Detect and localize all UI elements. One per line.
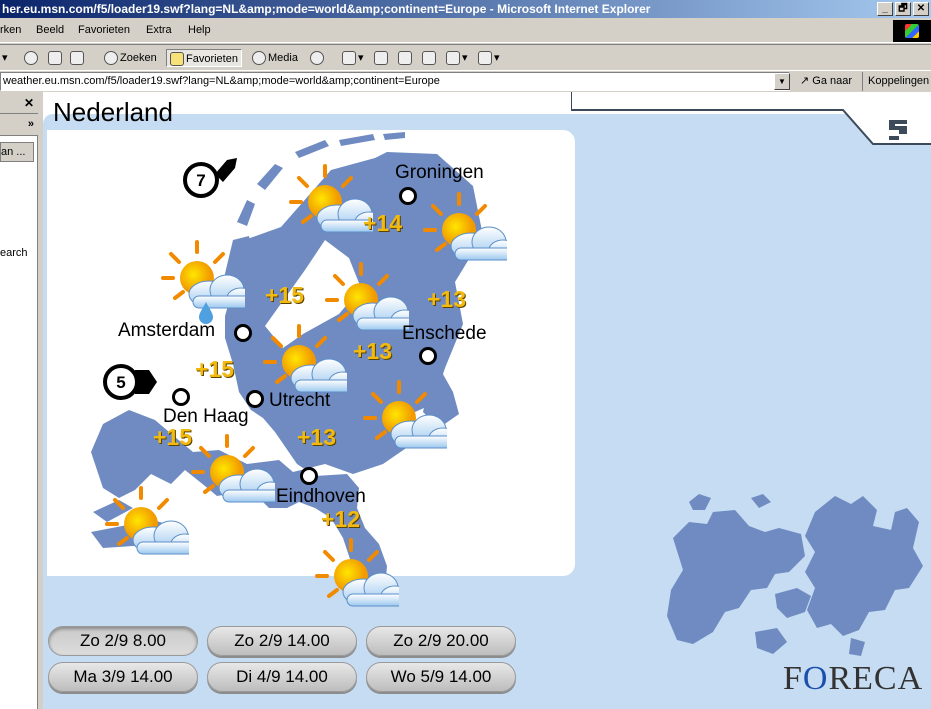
foreca-logo[interactable]: FORECA: [783, 660, 923, 698]
print-icon[interactable]: [374, 49, 390, 67]
history-icon[interactable]: [310, 49, 326, 67]
partly-cloudy-icon: [161, 240, 245, 310]
close-button[interactable]: ✕: [913, 2, 929, 16]
links-button[interactable]: Koppelingen: [862, 72, 929, 91]
partly-cloudy-icon: [325, 262, 409, 332]
chevron-icon[interactable]: »: [28, 118, 34, 130]
refresh-icon[interactable]: [48, 49, 64, 67]
window-controls: _ 🗗 ✕: [877, 2, 929, 16]
partly-cloudy-icon: [263, 324, 347, 394]
weather-app: Nederland 7 5 Groningen Amsterdam Ensche…: [43, 92, 931, 709]
research-icon[interactable]: ▾: [478, 49, 500, 67]
country-title: Nederland: [53, 97, 173, 127]
date-button-zo-8[interactable]: Zo 2/9 8.00: [48, 626, 198, 656]
logo-letters: RECA: [828, 660, 924, 697]
city-label-groningen[interactable]: Groningen: [395, 162, 484, 184]
temperature-label: +15: [153, 424, 193, 450]
temperature-label: +15: [265, 282, 305, 308]
temperature-label: +14: [363, 210, 403, 236]
address-dropdown-icon[interactable]: ▼: [774, 73, 790, 90]
date-button-di[interactable]: Di 4/9 14.00: [207, 662, 357, 692]
menu-tools[interactable]: Extra: [146, 24, 172, 36]
partly-cloudy-icon: [289, 164, 373, 234]
menu-view[interactable]: Beeld: [36, 24, 64, 36]
city-label-utrecht[interactable]: Utrecht: [269, 390, 330, 412]
date-button-zo-20[interactable]: Zo 2/9 20.00: [366, 626, 516, 656]
partly-cloudy-icon: [315, 538, 399, 608]
mail-icon[interactable]: ▾: [342, 49, 364, 67]
partly-cloudy-icon: [191, 434, 275, 504]
date-button-wo[interactable]: Wo 5/9 14.00: [366, 662, 516, 692]
city-dot-den-haag[interactable]: [172, 388, 190, 406]
partly-cloudy-icon: [363, 380, 447, 450]
go-button[interactable]: ↗ Ga naar: [800, 74, 852, 87]
go-label: Ga naar: [812, 75, 853, 87]
city-label-enschede[interactable]: Enschede: [402, 323, 487, 345]
help-tab[interactable]: [571, 92, 931, 147]
minimize-button[interactable]: _: [877, 2, 893, 16]
menu-help[interactable]: Help: [188, 24, 211, 36]
favorites-button[interactable]: Favorieten: [166, 49, 242, 67]
media-button[interactable]: Media: [252, 49, 298, 67]
logo-letter: F: [783, 660, 803, 697]
explorer-toolbar: »: [0, 114, 38, 136]
toolbar: ▾ Zoeken Favorieten Media ▾ ▾ ▾: [0, 44, 931, 70]
window-title: her.eu.msn.com/f5/loader19.swf?lang=NL&a…: [2, 2, 651, 16]
date-button-ma[interactable]: Ma 3/9 14.00: [48, 662, 198, 692]
city-dot-amsterdam[interactable]: [234, 324, 252, 342]
go-arrow-icon: ↗: [800, 75, 810, 87]
maximize-button[interactable]: 🗗: [895, 2, 911, 16]
messenger-icon[interactable]: ▾: [446, 49, 468, 67]
star-icon: [170, 52, 184, 67]
temperature-label: +12: [321, 506, 361, 532]
partly-cloudy-icon: [423, 192, 507, 262]
europe-minimap[interactable]: [655, 492, 927, 676]
city-label-amsterdam[interactable]: Amsterdam: [118, 320, 215, 342]
logo-gear-letter: O: [802, 660, 829, 697]
wind-arrow-icon: 7: [183, 158, 237, 198]
title-bar: her.eu.msn.com/f5/loader19.swf?lang=NL&a…: [0, 0, 931, 18]
stop-icon[interactable]: [24, 49, 40, 67]
menu-file[interactable]: rken: [0, 24, 21, 36]
address-input[interactable]: weather.eu.msn.com/f5/loader19.swf?lang=…: [0, 72, 790, 91]
address-bar: weather.eu.msn.com/f5/loader19.swf?lang=…: [0, 70, 931, 92]
city-dot-utrecht[interactable]: [246, 390, 264, 408]
discuss-icon[interactable]: [422, 49, 438, 67]
explorer-panel: ✕ » an ... earch: [0, 92, 38, 709]
city-dot-groningen[interactable]: [399, 187, 417, 205]
wind-speed-label: 7: [196, 171, 205, 190]
city-dot-eindhoven[interactable]: [300, 467, 318, 485]
media-icon: [252, 51, 266, 66]
temperature-label: +13: [353, 338, 393, 364]
menu-favorites[interactable]: Favorieten: [78, 24, 130, 36]
explorer-item[interactable]: an ...: [0, 142, 34, 162]
menu-bar: rken Beeld Favorieten Extra Help: [0, 18, 931, 43]
media-label: Media: [268, 52, 298, 64]
forward-dropdown-icon[interactable]: ▾: [2, 49, 8, 67]
city-label-eindhoven[interactable]: Eindhoven: [276, 486, 366, 508]
search-icon: [104, 51, 118, 66]
wind-arrow-icon: 5: [103, 364, 157, 400]
date-button-zo-14[interactable]: Zo 2/9 14.00: [207, 626, 357, 656]
search-label: Zoeken: [120, 52, 157, 64]
temperature-label: +13: [427, 286, 467, 312]
explorer-search-text: earch: [0, 247, 28, 259]
partly-cloudy-icon: [105, 486, 189, 556]
city-dot-enschede[interactable]: [419, 347, 437, 365]
windows-logo-icon: [893, 20, 931, 42]
temperature-label: +13: [297, 424, 337, 450]
temperature-label: +15: [195, 356, 235, 382]
close-panel-icon[interactable]: ✕: [24, 96, 34, 110]
search-button[interactable]: Zoeken: [104, 49, 157, 67]
wind-speed-label: 5: [116, 373, 125, 392]
home-icon[interactable]: [70, 49, 86, 67]
explorer-header: ✕: [0, 92, 38, 114]
edit-icon[interactable]: [398, 49, 414, 67]
browser-window: her.eu.msn.com/f5/loader19.swf?lang=NL&a…: [0, 0, 931, 709]
favorites-label: Favorieten: [186, 53, 238, 65]
